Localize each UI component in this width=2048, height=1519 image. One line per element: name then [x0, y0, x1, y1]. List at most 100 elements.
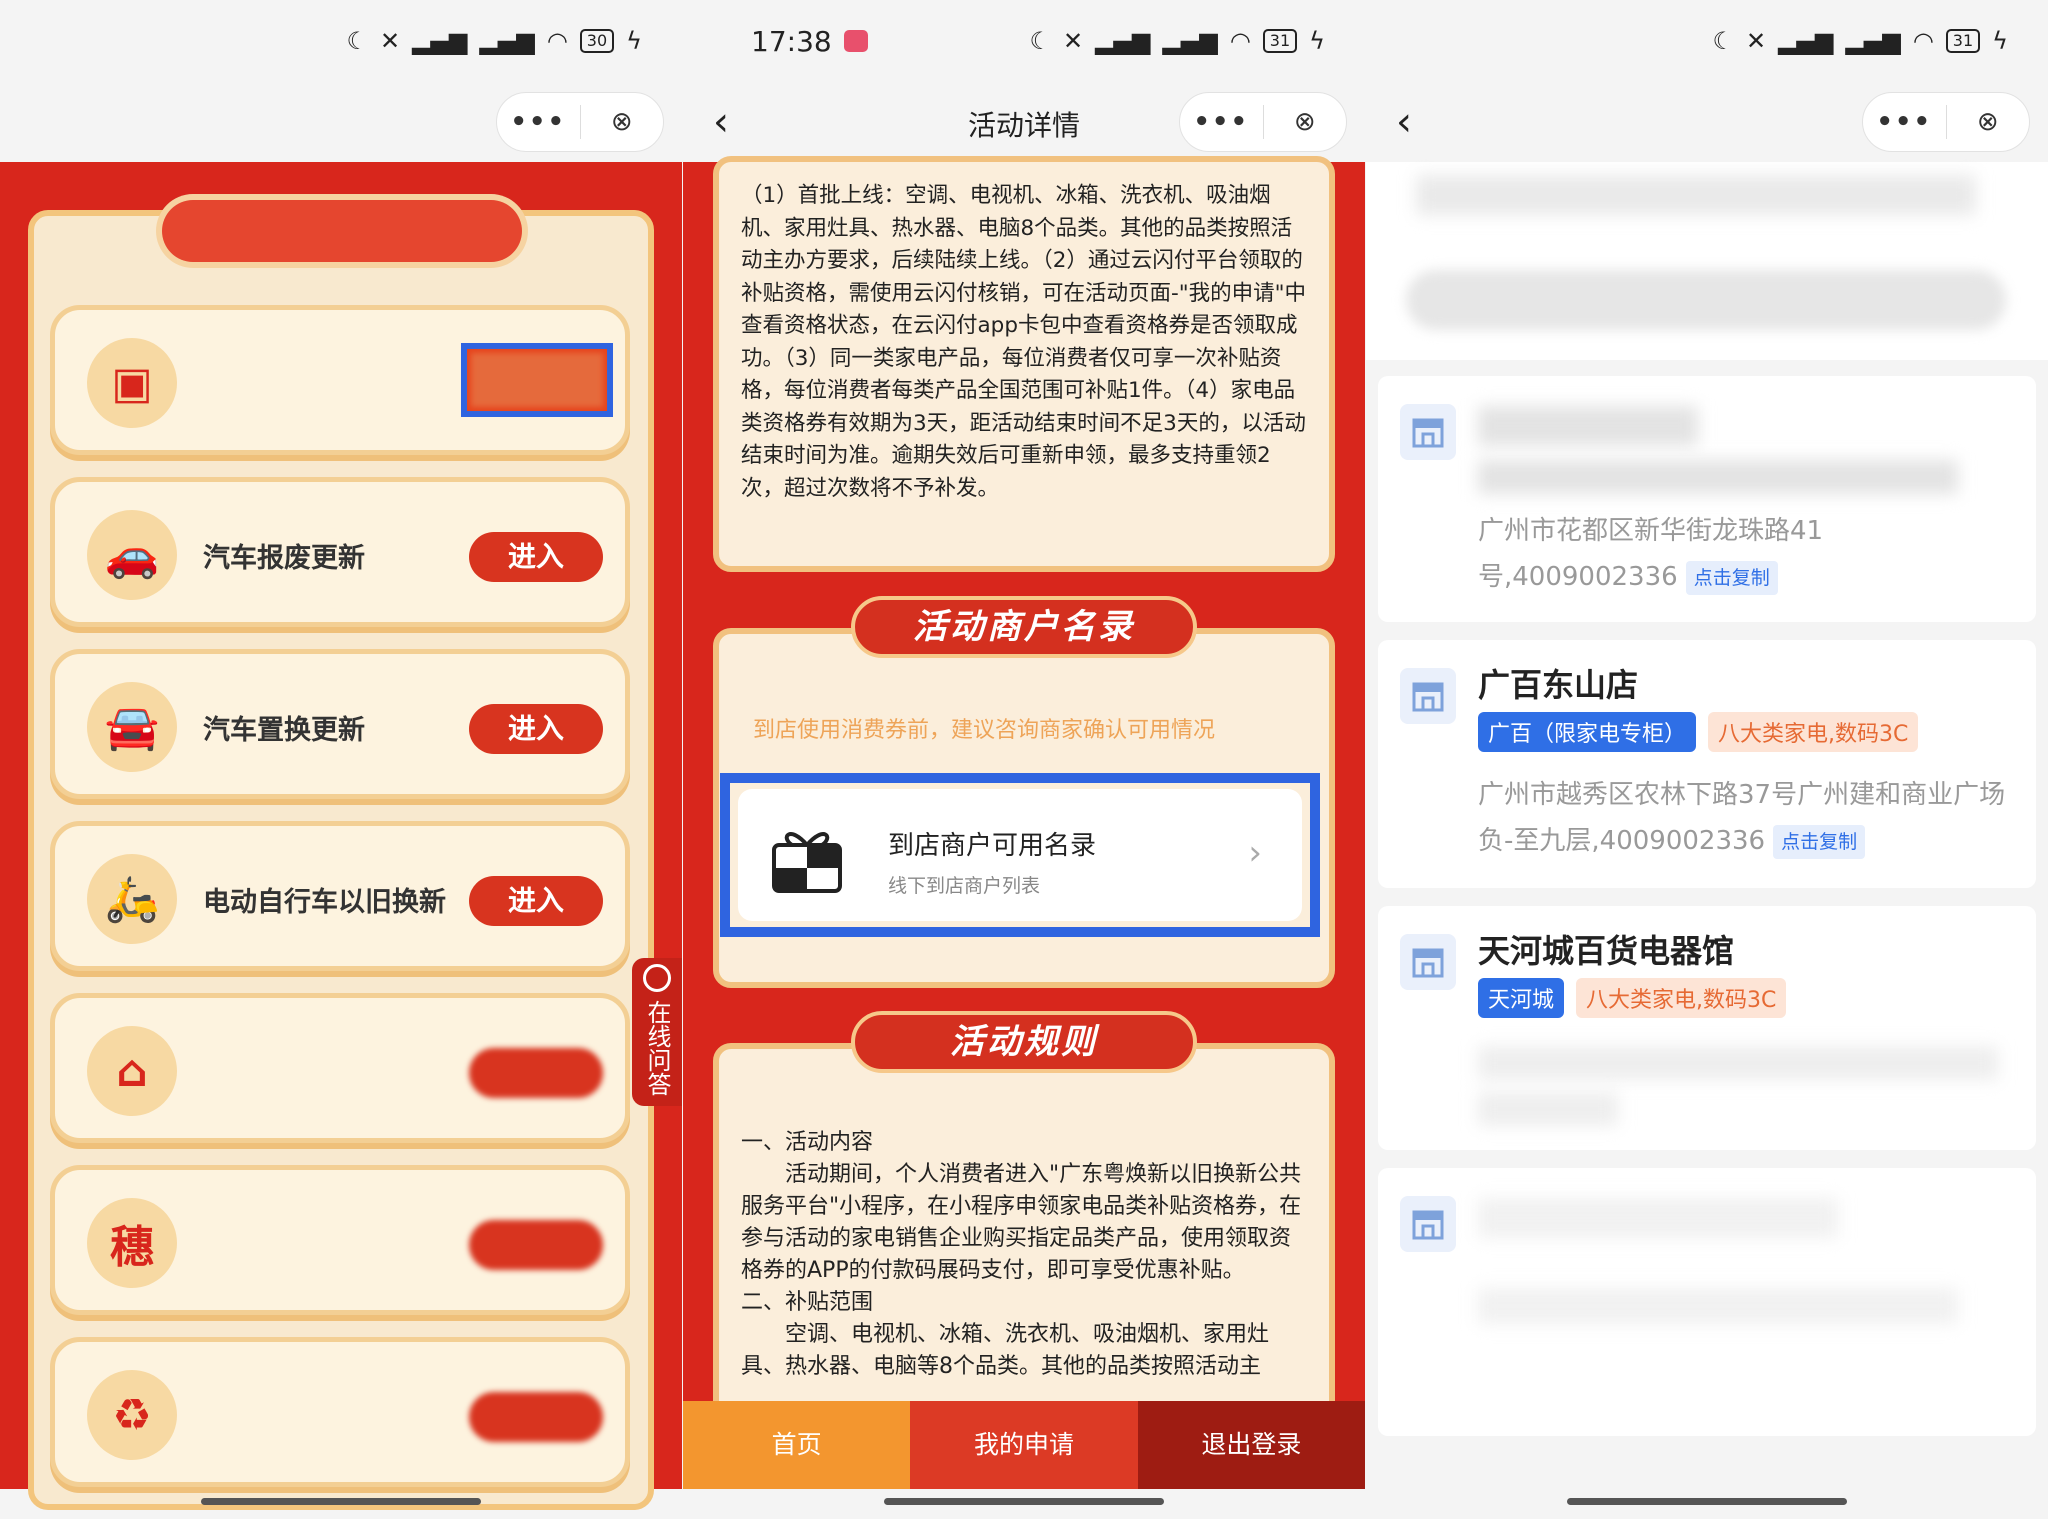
- enter-button[interactable]: 进入: [469, 704, 603, 754]
- copy-button[interactable]: 点击复制: [1685, 560, 1778, 595]
- signal-icon: ▂▄▆: [1845, 27, 1901, 55]
- tab-my-application[interactable]: 我的申请: [910, 1401, 1138, 1489]
- wifi-icon: ◠: [546, 27, 568, 55]
- store-address: 广州市花都区新华街龙珠路41号,4009002336 点击复制: [1478, 508, 2018, 600]
- blurred-store-name: [1478, 1198, 1838, 1238]
- blurred-address: [1478, 1046, 1998, 1080]
- wifi-icon: ◠: [1912, 27, 1934, 55]
- rules-body: 一、活动内容 活动期间，个人消费者进入"广东粤焕新以旧换新公共服务平台"小程序，…: [719, 1049, 1329, 1383]
- close-icon[interactable]: ⊗: [581, 107, 664, 137]
- store-address: 广州市越秀区农林下路37号广州建和商业广场负-至九层,4009002336 点击复…: [1478, 772, 2018, 864]
- qa-label: 在线问答: [643, 1000, 671, 1096]
- signal-icon: ▂▄▆: [1778, 27, 1834, 55]
- panel-services: ☾ ✕ ▂▄▆ ▂▄▆ ◠ 30 ϟ ••• ⊗ ▣ 🚗 汽车报废更新 进入 🚘…: [0, 0, 682, 1519]
- blurred-address: [1478, 1288, 1958, 1324]
- service-card[interactable]: 穗 ··: [50, 1165, 630, 1315]
- sui-icon: 穗: [87, 1198, 177, 1288]
- ebike-icon: 🛵: [87, 854, 177, 944]
- enter-button[interactable]: ··: [469, 1048, 603, 1098]
- moon-icon: ☾: [1029, 27, 1051, 55]
- miniapp-capsule: ••• ⊗: [496, 92, 664, 152]
- service-card[interactable]: ⌂ ··: [50, 993, 630, 1143]
- blurred-store-name: [1478, 406, 1698, 446]
- clock: 17:38: [751, 24, 832, 58]
- merchant-tip: 到店使用消费券前，建议咨询商家确认可用情况: [753, 718, 1216, 743]
- house-icon: ⌂: [87, 1026, 177, 1116]
- status-icons: ☾ ✕ ▂▄▆ ▂▄▆ ◠ 31 ϟ: [1029, 27, 1325, 55]
- mute-icon: ✕: [1745, 27, 1767, 55]
- service-label: 电动自行车以旧换新: [203, 887, 446, 918]
- home-indicator: [1567, 1498, 1847, 1505]
- more-icon[interactable]: •••: [497, 107, 580, 137]
- miniapp-capsule: ••• ⊗: [1862, 92, 2030, 152]
- nav-bar: ••• ⊗: [0, 82, 682, 162]
- store-card[interactable]: [1378, 1168, 2036, 1436]
- charging-icon: ϟ: [1992, 27, 2008, 55]
- rules-ribbon: 活动规则: [851, 1011, 1197, 1073]
- copy-button[interactable]: 点击复制: [1773, 824, 1866, 859]
- service-card-car-scrap[interactable]: 🚗 汽车报废更新 进入: [50, 477, 630, 627]
- rules-card-bottom: 一、活动内容 活动期间，个人消费者进入"广东粤焕新以旧换新公共服务平台"小程序，…: [713, 1043, 1335, 1463]
- gift-icon: [772, 832, 842, 893]
- battery-icon: 30: [579, 29, 615, 53]
- more-icon[interactable]: •••: [1180, 107, 1263, 137]
- washer-icon: ▣: [87, 338, 177, 428]
- store-card[interactable]: 广州市花都区新华街龙珠路41号,4009002336 点击复制: [1378, 376, 2036, 622]
- headset-icon: [643, 964, 671, 992]
- rules-card-top: （1）首批上线：空调、电视机、冰箱、洗衣机、吸油烟机、家用灶具、热水器、电脑8个…: [713, 156, 1335, 572]
- store-card[interactable]: 天河城百货电器馆 天河城 八大类家电,数码3C: [1378, 906, 2036, 1150]
- store-icon: [1400, 404, 1456, 460]
- tab-home[interactable]: 首页: [683, 1401, 911, 1489]
- store-icon: [1400, 934, 1456, 990]
- store-tag-brand: 广百（限家电专柜）: [1478, 712, 1697, 752]
- nav-bar: ‹ 活动详情 ••• ⊗: [683, 82, 1365, 162]
- wifi-icon: ◠: [1229, 27, 1251, 55]
- chevron-right-icon: ›: [1248, 833, 1262, 873]
- app-badge-icon: [843, 30, 868, 52]
- merchant-ribbon: 活动商户名录: [851, 596, 1197, 658]
- status-bar: 17:38 ☾ ✕ ▂▄▆ ▂▄▆ ◠ 31 ϟ: [683, 0, 1365, 82]
- merchant-list-title: 到店商户可用名录: [888, 831, 1097, 861]
- enter-button-highlighted[interactable]: [461, 343, 613, 417]
- status-icons: ☾ ✕ ▂▄▆ ▂▄▆ ◠ 31 ϟ: [1712, 27, 2008, 55]
- rules-paragraph: 活动期间，个人消费者进入"广东粤焕新以旧换新公共服务平台"小程序，在小程序申领家…: [741, 1162, 1302, 1283]
- tab-logout[interactable]: 退出登录: [1137, 1401, 1365, 1489]
- car-icon: 🚘: [87, 682, 177, 772]
- rules-paragraph: 空调、电视机、冰箱、洗衣机、吸油烟机、家用灶具、热水器、电脑等8个品类。其他的品…: [741, 1322, 1270, 1379]
- close-icon[interactable]: ⊗: [1264, 107, 1347, 137]
- enter-button[interactable]: 进入: [469, 532, 603, 582]
- store-name: 天河城百货电器馆: [1478, 932, 1735, 970]
- enter-button[interactable]: ··: [469, 1220, 603, 1270]
- status-bar: ☾ ✕ ▂▄▆ ▂▄▆ ◠ 31 ϟ: [1366, 0, 2048, 82]
- blurred-search-bar[interactable]: [1406, 270, 2006, 330]
- title-banner: [162, 200, 522, 262]
- back-icon[interactable]: ‹: [1396, 98, 1436, 146]
- mute-icon: ✕: [1062, 27, 1084, 55]
- car-scrap-icon: 🚗: [87, 510, 177, 600]
- blurred-address: [1478, 1092, 1618, 1126]
- blurred-filter-tabs: [1416, 175, 1976, 215]
- service-card-ebike[interactable]: 🛵 电动自行车以旧换新 进入: [50, 821, 630, 971]
- enter-button[interactable]: 进入: [469, 876, 603, 926]
- store-icon: [1400, 668, 1456, 724]
- service-label: 汽车置换更新: [203, 715, 365, 746]
- service-card[interactable]: ♻ ··: [50, 1337, 630, 1487]
- signal-icon: ▂▄▆: [1095, 27, 1151, 55]
- more-icon[interactable]: •••: [1863, 107, 1946, 137]
- merchant-list-highlight[interactable]: 到店商户可用名录 线下到店商户列表 ›: [720, 773, 1320, 937]
- home-indicator: [884, 1498, 1164, 1505]
- panel-merchant-list: ☾ ✕ ▂▄▆ ▂▄▆ ◠ 31 ϟ ‹ ••• ⊗ 广州市花都区新华街龙珠路4…: [1366, 0, 2048, 1519]
- bottom-tabbar: 首页 我的申请 退出登录: [683, 1401, 1365, 1489]
- rules-heading: 二、补贴范围: [741, 1290, 874, 1315]
- store-tag-category: 八大类家电,数码3C: [1708, 712, 1919, 752]
- service-card[interactable]: ▣: [50, 305, 630, 455]
- store-tags: 天河城 八大类家电,数码3C: [1478, 978, 1798, 1018]
- charging-icon: ϟ: [626, 27, 642, 55]
- store-card[interactable]: 广百东山店 广百（限家电专柜） 八大类家电,数码3C 广州市越秀区农林下路37号广…: [1378, 640, 2036, 888]
- nav-bar: ‹ ••• ⊗: [1366, 82, 2048, 162]
- enter-button[interactable]: ··: [469, 1392, 603, 1442]
- merchant-list-entry[interactable]: 到店商户可用名录 线下到店商户列表 ›: [738, 789, 1302, 921]
- close-icon[interactable]: ⊗: [1947, 107, 2030, 137]
- service-card-car-replace[interactable]: 🚘 汽车置换更新 进入: [50, 649, 630, 799]
- online-qa-tab[interactable]: 在线问答: [632, 958, 682, 1106]
